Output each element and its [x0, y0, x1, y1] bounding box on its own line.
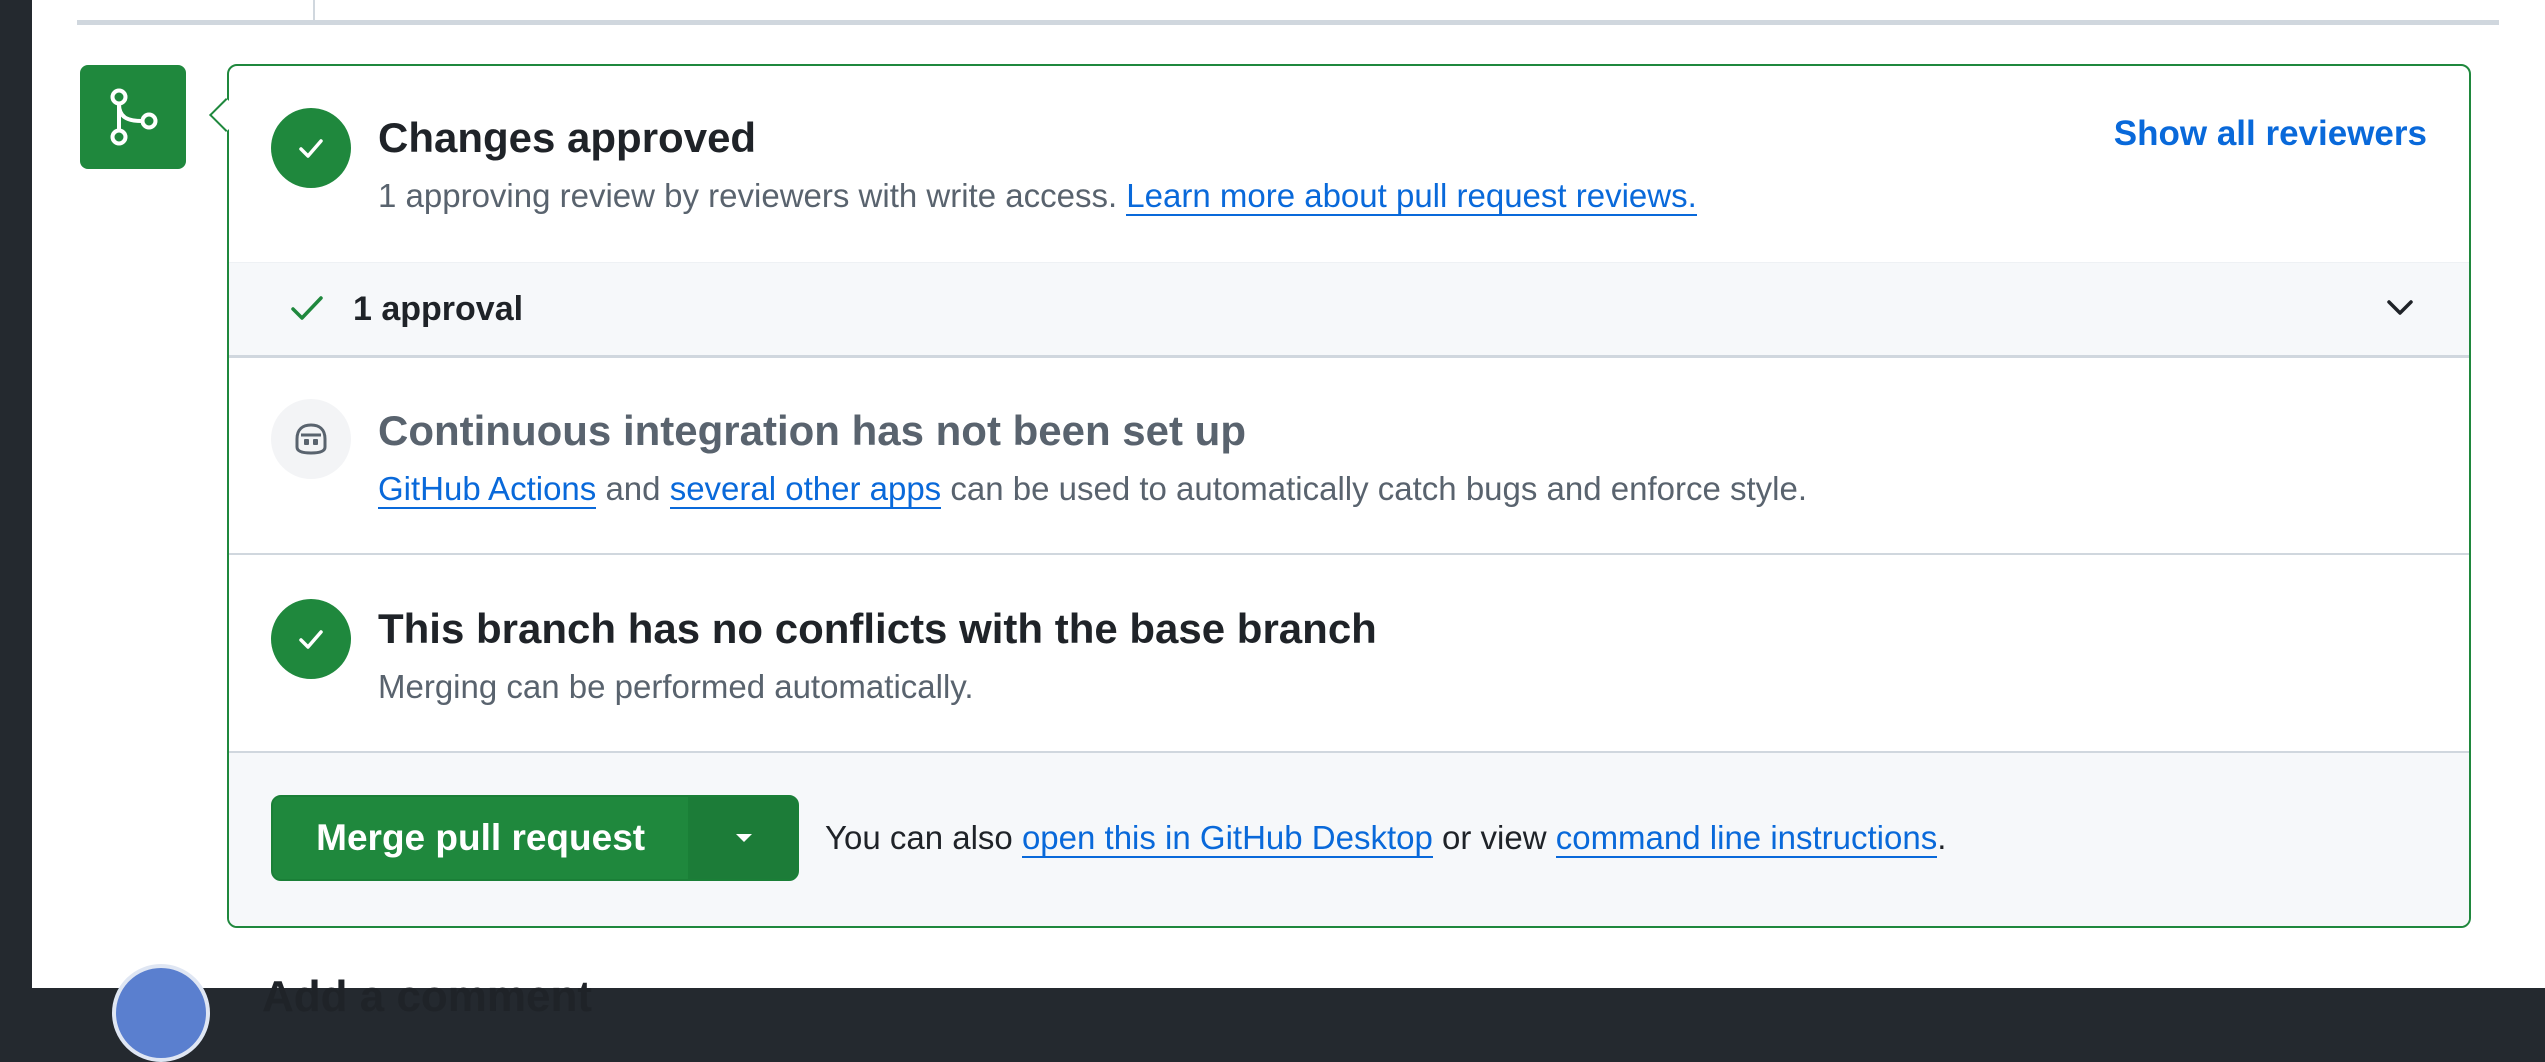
check-icon — [291, 296, 323, 320]
conflicts-title: This branch has no conflicts with the ba… — [378, 605, 1377, 652]
conflicts-status-section: This branch has no conflicts with the ba… — [229, 555, 2469, 753]
ci-description: GitHub Actions and several other apps ca… — [378, 470, 1808, 509]
merge-pull-request-button[interactable]: Merge pull request — [273, 797, 688, 879]
merge-suffix-text: . — [1937, 819, 1947, 856]
ci-and-text: and — [605, 470, 661, 507]
avatar — [112, 964, 210, 1062]
triangle-down-icon — [735, 834, 752, 842]
review-description-text: 1 approving review by reviewers with wri… — [378, 177, 1118, 214]
show-all-reviewers-link[interactable]: Show all reviewers — [2114, 114, 2427, 154]
merge-method-dropdown[interactable] — [688, 797, 797, 879]
ci-tail-text: can be used to automatically catch bugs … — [950, 470, 1808, 507]
review-status-section: Changes approved 1 approving review by r… — [229, 66, 2469, 262]
github-desktop-link[interactable]: open this in GitHub Desktop — [1021, 819, 1433, 858]
learn-more-reviews-link[interactable]: Learn more about pull request reviews. — [1126, 177, 1697, 216]
other-apps-link[interactable]: several other apps — [669, 470, 942, 509]
timeline-divider — [313, 0, 315, 20]
conflicts-description: Merging can be performed automatically. — [378, 668, 974, 705]
review-description: 1 approving review by reviewers with wri… — [378, 177, 1697, 216]
approval-count-label: 1 approval — [353, 290, 524, 328]
review-title: Changes approved — [378, 114, 757, 161]
add-comment-heading: Add a comment — [262, 972, 593, 1021]
command-line-instructions-link[interactable]: command line instructions — [1555, 819, 1938, 858]
pull-request-page: Changes approved 1 approving review by r… — [32, 0, 2545, 1062]
merge-box: Changes approved 1 approving review by r… — [227, 64, 2471, 928]
merge-alternatives-text: You can also open this in GitHub Desktop… — [825, 819, 1947, 858]
git-merge-icon — [80, 65, 186, 169]
merge-button-group: Merge pull request — [271, 795, 799, 881]
merge-middle-text: or view — [1442, 819, 1547, 856]
timeline-top-border — [77, 0, 2499, 25]
approval-summary-row[interactable]: 1 approval — [229, 262, 2469, 358]
merge-action-section: Merge pull request You can also open thi… — [229, 753, 2469, 926]
github-actions-link[interactable]: GitHub Actions — [378, 470, 597, 509]
ci-title: Continuous integration has not been set … — [378, 407, 1246, 454]
merge-prefix-text: You can also — [825, 819, 1013, 856]
git-merge-icon-svg — [110, 88, 158, 146]
check-circle-icon — [271, 108, 351, 188]
chevron-down-icon[interactable] — [2383, 293, 2417, 323]
copilot-icon — [271, 399, 351, 479]
check-circle-icon — [271, 599, 351, 679]
ci-status-section: Continuous integration has not been set … — [229, 357, 2469, 555]
